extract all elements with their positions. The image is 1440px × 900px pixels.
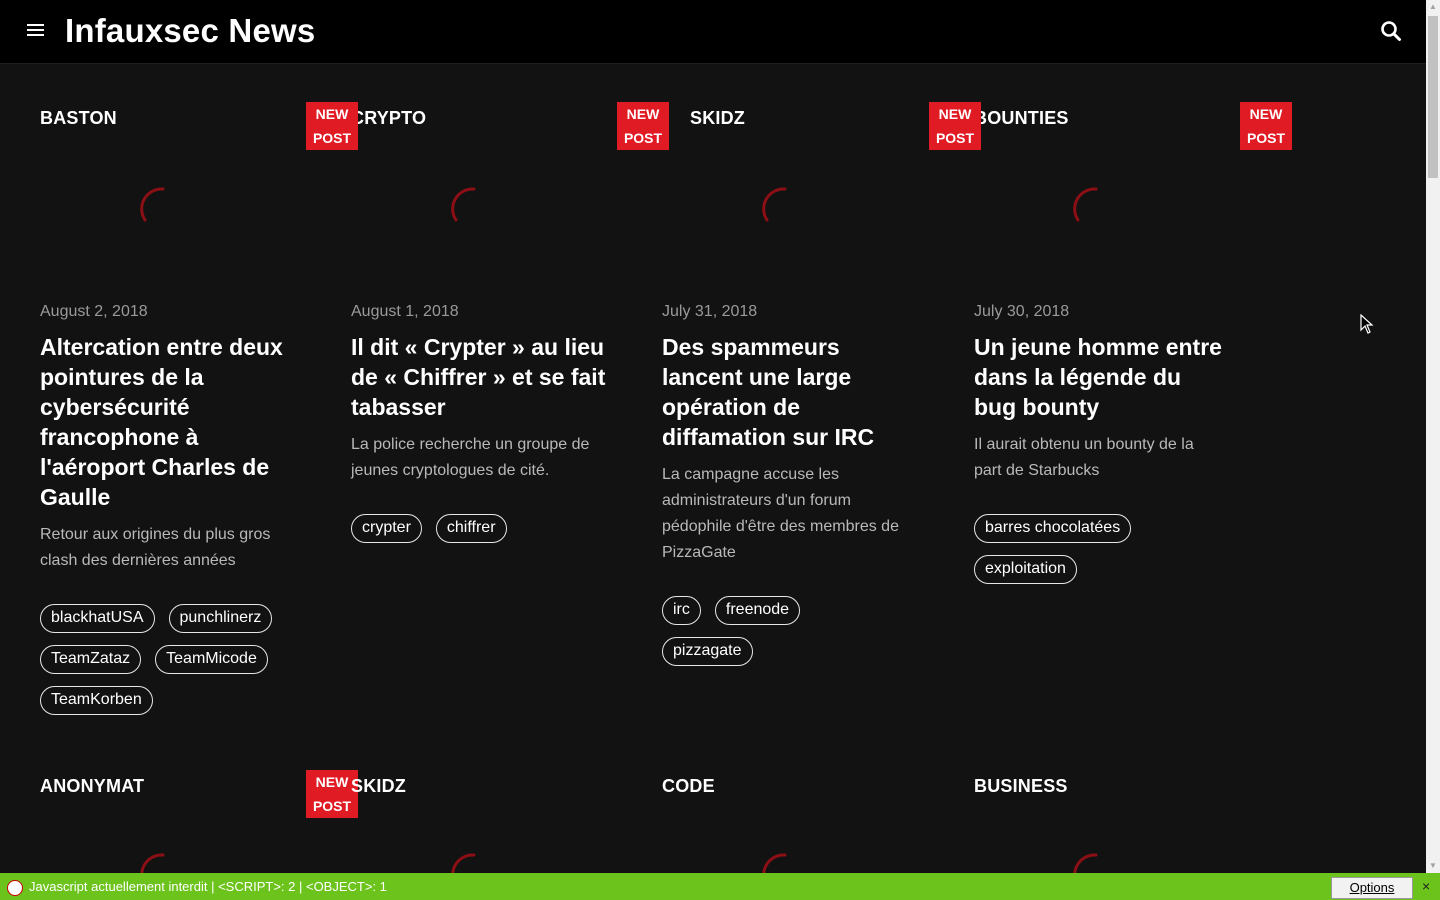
loading-spinner-icon [762, 187, 787, 222]
noscript-icon [7, 880, 23, 896]
category-label[interactable]: BASTON [40, 108, 117, 129]
tag[interactable]: freenode [714, 596, 801, 625]
category-label[interactable]: CRYPTO [351, 108, 426, 129]
category-label[interactable]: CODE [662, 776, 715, 797]
tag[interactable]: irc [662, 596, 701, 625]
article-title[interactable]: Il dit « Crypter » au lieu de « Chiffrer… [351, 332, 606, 422]
article-date: August 2, 2018 [40, 303, 148, 320]
article-date: July 31, 2018 [662, 303, 758, 320]
noscript-notification-bar: Javascript actuellement interdit | <SCRI… [0, 873, 1440, 900]
article-excerpt: La campagne accuse les administrateurs d… [662, 466, 899, 561]
article-excerpt: Il aurait obtenu un bounty de la part de… [974, 436, 1194, 479]
search-icon[interactable] [1380, 20, 1402, 42]
tag-list: crypter chiffrer [351, 514, 613, 543]
new-post-badge: NEW POST [617, 102, 669, 150]
vertical-scrollbar[interactable]: ▲ ▼ [1426, 0, 1440, 873]
article-title[interactable]: Altercation entre deux pointures de la c… [40, 332, 295, 512]
new-post-badge: NEW POST [1240, 102, 1292, 150]
loading-spinner-icon [451, 187, 476, 222]
tag[interactable]: TeamMicode [155, 645, 268, 674]
article-title[interactable]: Un jeune homme entre dans la légende du … [974, 332, 1229, 422]
close-icon[interactable]: × [1422, 878, 1430, 894]
noscript-message: Javascript actuellement interdit | <SCRI… [29, 879, 387, 894]
badge-line: NEW [315, 106, 349, 122]
article-excerpt: La police recherche un groupe de jeunes … [351, 436, 590, 479]
article-date: July 30, 2018 [974, 303, 1070, 320]
tag[interactable]: pizzagate [662, 637, 753, 666]
scroll-down-arrow-icon[interactable]: ▼ [1426, 859, 1440, 873]
tag[interactable]: punchlinerz [168, 604, 273, 633]
options-button[interactable]: Options [1331, 877, 1413, 899]
badge-line: POST [312, 130, 352, 146]
badge-line: NEW [626, 106, 660, 122]
badge-line: POST [1246, 130, 1286, 146]
category-label[interactable]: ANONYMAT [40, 776, 144, 797]
tag[interactable]: TeamZataz [40, 645, 142, 674]
category-label[interactable]: SKIDZ [351, 776, 406, 797]
tag[interactable]: exploitation [974, 555, 1077, 584]
new-post-badge: NEW POST [306, 102, 358, 150]
article-excerpt: Retour aux origines du plus gros clash d… [40, 526, 271, 569]
tag[interactable]: TeamKorben [40, 686, 153, 715]
top-bar: Infauxsec News [0, 0, 1426, 64]
tag[interactable]: barres chocolatées [974, 514, 1132, 543]
tag-list: irc freenode pizzagate [662, 596, 862, 666]
tag[interactable]: crypter [351, 514, 422, 543]
tag-list: barres chocolatées exploitation [974, 514, 1174, 584]
article-date: August 1, 2018 [351, 303, 459, 320]
mouse-cursor-icon [1360, 314, 1374, 334]
site-title[interactable]: Infauxsec News [65, 12, 315, 50]
category-label[interactable]: SKIDZ [690, 108, 745, 129]
tag[interactable]: blackhatUSA [40, 604, 155, 633]
badge-line: POST [623, 130, 663, 146]
tag-list: blackhatUSA punchlinerz TeamZataz TeamMi… [40, 604, 290, 715]
article-title[interactable]: Des spammeurs lancent une large opératio… [662, 332, 917, 452]
badge-line: NEW [1249, 106, 1283, 122]
scroll-up-arrow-icon[interactable]: ▲ [1426, 0, 1440, 14]
badge-line: POST [935, 130, 975, 146]
badge-line: NEW [938, 106, 972, 122]
loading-spinner-icon [1073, 187, 1098, 222]
hamburger-menu-icon[interactable] [27, 24, 44, 38]
category-label[interactable]: BUSINESS [974, 776, 1068, 797]
badge-line: POST [312, 798, 352, 814]
new-post-badge: NEW POST [929, 102, 981, 150]
category-label[interactable]: BOUNTIES [974, 108, 1069, 129]
scroll-thumb[interactable] [1428, 16, 1438, 178]
loading-spinner-icon [140, 187, 165, 222]
tag[interactable]: chiffrer [435, 514, 507, 543]
